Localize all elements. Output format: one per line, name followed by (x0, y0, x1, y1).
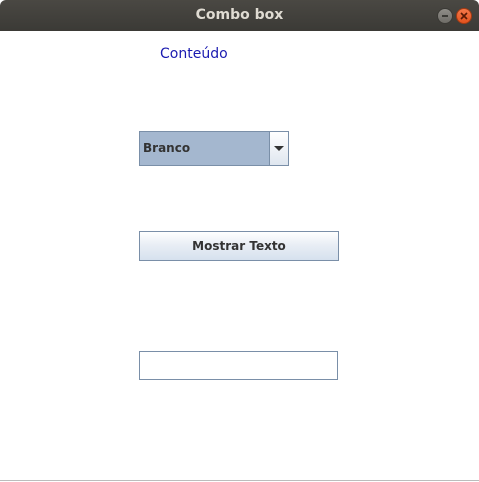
combo-selected-value: Branco (143, 141, 191, 155)
content-label: Conteúdo (160, 46, 228, 62)
close-icon[interactable] (456, 8, 472, 24)
show-text-button[interactable]: Mostrar Texto (139, 231, 339, 261)
window-title: Combo box (195, 7, 284, 23)
title-bar[interactable]: Combo box (0, 0, 479, 31)
minimize-icon[interactable] (437, 8, 453, 24)
chevron-down-icon[interactable] (269, 132, 288, 165)
output-text-field[interactable] (139, 351, 338, 380)
app-window: Combo box Conteúdo Branco Mostrar Texto (0, 0, 479, 482)
color-combo-box[interactable]: Branco (139, 131, 289, 166)
window-bottom-border (0, 480, 479, 481)
